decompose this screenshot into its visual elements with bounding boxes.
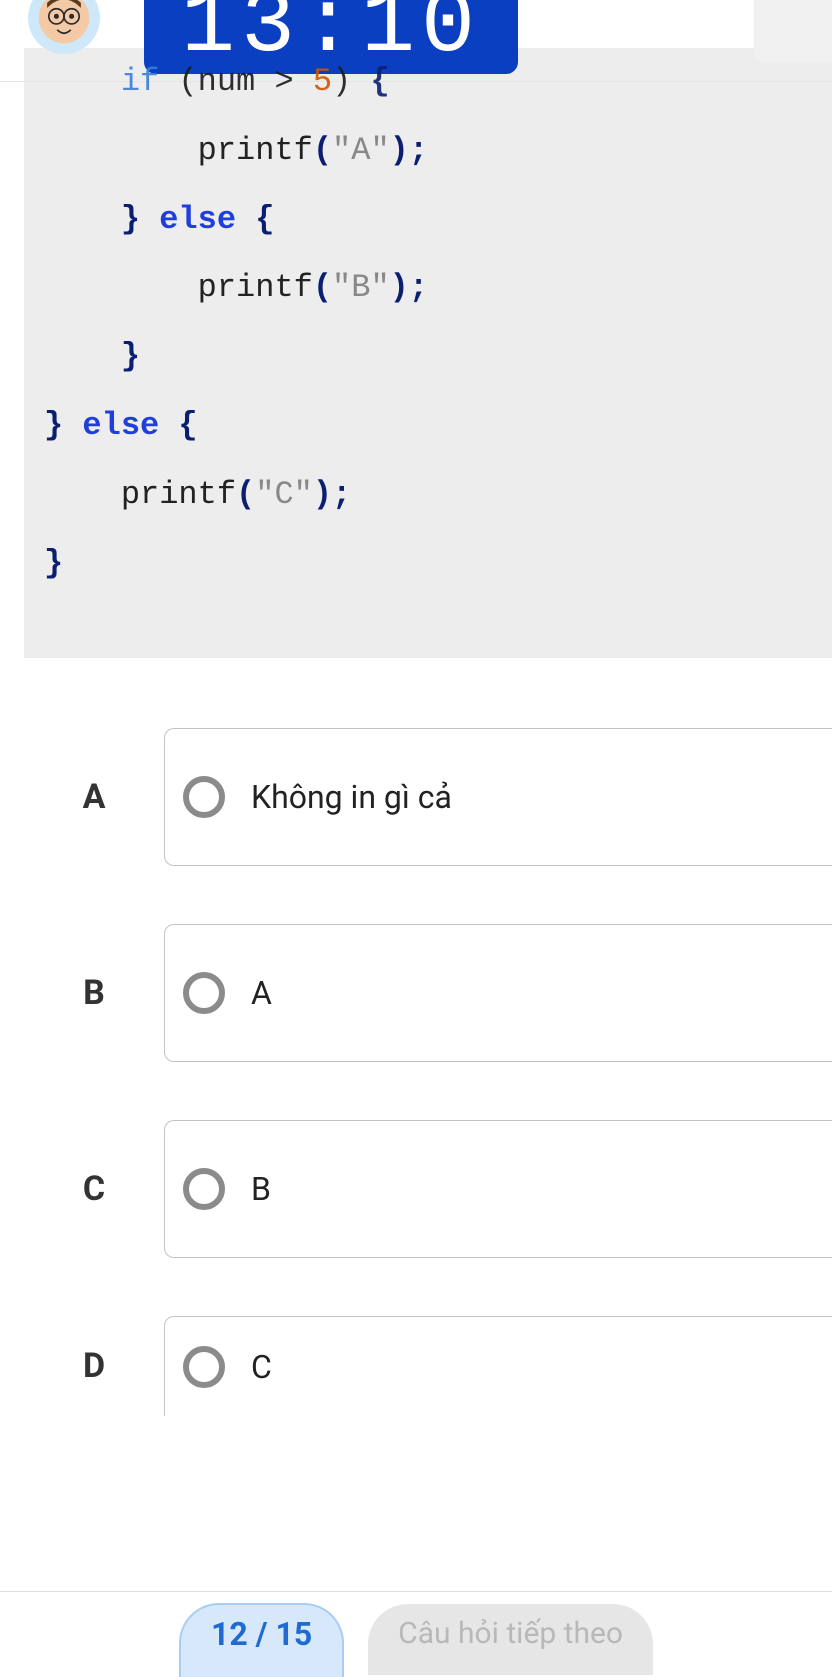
- answer-letter: B: [24, 973, 164, 1013]
- answer-text: C: [251, 1348, 272, 1386]
- answer-letter: C: [24, 1169, 164, 1209]
- answer-row: CB: [24, 1120, 832, 1258]
- radio-icon[interactable]: [183, 1346, 225, 1388]
- radio-icon[interactable]: [183, 1168, 225, 1210]
- code-line: } else {: [44, 186, 812, 255]
- code-line: }: [44, 530, 812, 599]
- answer-option[interactable]: Không in gì cả: [164, 728, 832, 866]
- answer-letter: D: [24, 1346, 164, 1386]
- code-line: if (num > 5) {: [44, 48, 812, 117]
- radio-icon[interactable]: [183, 776, 225, 818]
- avatar-face-icon: [37, 0, 91, 45]
- answer-text: Không in gì cả: [251, 778, 452, 816]
- answer-text: A: [251, 974, 272, 1012]
- code-line: printf("B");: [44, 254, 812, 323]
- avatar[interactable]: [28, 0, 100, 54]
- answer-letter: A: [24, 777, 164, 817]
- radio-icon[interactable]: [183, 972, 225, 1014]
- code-line: printf("C");: [44, 461, 812, 530]
- answer-option[interactable]: B: [164, 1120, 832, 1258]
- code-line: } else {: [44, 392, 812, 461]
- code-line: printf("A");: [44, 117, 812, 186]
- progress-pill[interactable]: 12 / 15: [179, 1603, 344, 1677]
- answer-row: DC: [24, 1316, 832, 1416]
- next-question-button[interactable]: Câu hỏi tiếp theo: [368, 1604, 653, 1675]
- code-block: if (num > 5) { printf("A"); } else { pri…: [24, 48, 832, 658]
- footer: 12 / 15 Câu hỏi tiếp theo: [0, 1591, 832, 1651]
- answer-row: BA: [24, 924, 832, 1062]
- answer-option[interactable]: A: [164, 924, 832, 1062]
- answer-row: A Không in gì cả: [24, 728, 832, 866]
- answers-list: AKhông in gì cảBACBDC: [24, 658, 832, 1416]
- answer-text: B: [251, 1170, 271, 1208]
- main-content: if (num > 5) { printf("A"); } else { pri…: [0, 48, 832, 1416]
- answer-option[interactable]: C: [164, 1316, 832, 1416]
- code-line: }: [44, 323, 812, 392]
